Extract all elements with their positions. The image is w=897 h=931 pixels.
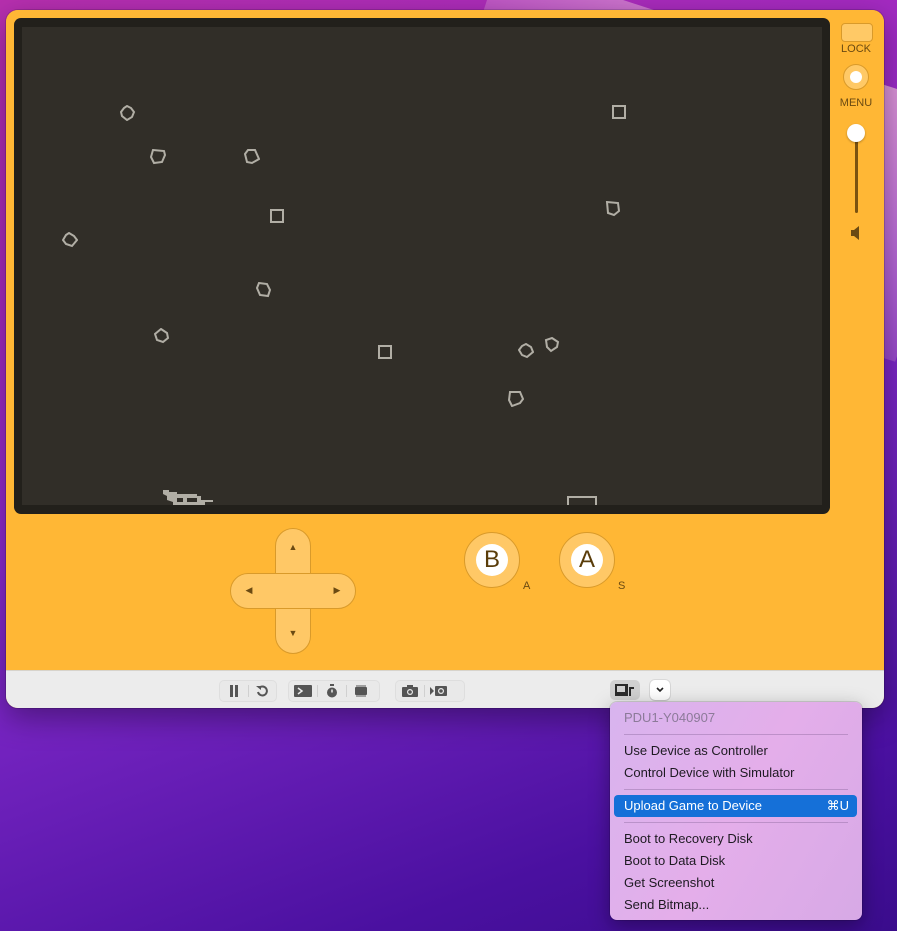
menu-item-boot-to-recovery-disk[interactable]: Boot to Recovery Disk [614,828,857,850]
menu-item-control-device-with-simulator[interactable]: Control Device with Simulator [614,762,857,784]
menu-item-label: Get Screenshot [624,875,715,890]
menu-item-shortcut: ⌘U [826,798,849,813]
device-menu-button[interactable] [650,680,670,700]
asteroid-sprite [544,337,560,353]
pause-icon [229,685,238,697]
asteroid-sprite [256,282,272,298]
menu-item-get-screenshot[interactable]: Get Screenshot [614,872,857,894]
menu-item-upload-game-to-device[interactable]: Upload Game to Device ⌘U [614,795,857,817]
device-info-button[interactable] [347,681,375,701]
b-button-key-hint: A [523,580,531,592]
console-button[interactable] [289,681,317,701]
screenshot-icon [402,685,418,697]
menu-item-label: Boot to Data Disk [624,853,726,868]
asteroid-sprite [508,391,524,407]
square-sprite [378,345,392,359]
menu-separator [624,734,848,735]
menu-button[interactable] [843,64,869,90]
device-dropdown-menu: PDU1-Y040907 Use Device as Controller Co… [610,702,862,920]
device-body: LOCK MENU ▲ ▼ ◀ ▶ B A A S [6,10,884,670]
menu-separator [624,822,848,823]
a-button-label: A [571,544,603,576]
stopwatch-icon [327,684,337,698]
asteroid-sprite [605,201,621,217]
menu-separator [624,789,848,790]
player-ship-sprite [163,490,213,505]
volume-slider-track[interactable] [855,135,858,213]
dpad-left-button[interactable]: ◀ [242,585,256,595]
a-button-key-hint: S [618,580,626,592]
screenshot-button[interactable] [396,681,424,701]
game-screen[interactable] [22,27,822,505]
chevron-down-icon [656,687,664,693]
dpad-down-button[interactable]: ▼ [286,628,300,638]
lock-button[interactable] [841,23,873,42]
device-icon [615,684,634,696]
menu-item-label: Control Device with Simulator [624,765,795,780]
menu-item-label: Upload Game to Device [624,798,763,813]
pause-button[interactable] [220,681,248,701]
menu-item-label: Send Bitmap... [624,897,710,912]
b-button[interactable]: B [464,532,520,588]
debug-group [288,680,380,702]
dpad-up-button[interactable]: ▲ [286,542,300,552]
asteroid-sprite [154,328,170,344]
volume-slider-knob[interactable] [847,124,865,142]
screen-bezel [14,18,830,514]
dpad[interactable]: ▲ ▼ ◀ ▶ [230,528,356,654]
device-serial-header: PDU1-Y040907 [624,710,716,725]
menu-item-label: Boot to Recovery Disk [624,831,753,846]
square-sprite [612,105,626,119]
asteroid-sprite [120,105,136,121]
record-button[interactable] [425,681,453,701]
menu-label: MENU [839,97,873,109]
speaker-icon [851,226,859,240]
record-icon [430,686,447,696]
asteroid-sprite [244,149,260,165]
capture-group [395,680,465,702]
square-sprite [270,209,284,223]
menu-item-use-device-as-controller[interactable]: Use Device as Controller [614,740,857,762]
asteroid-sprite [150,149,166,165]
menu-item-boot-to-data-disk[interactable]: Boot to Data Disk [614,850,857,872]
dpad-right-button[interactable]: ▶ [330,585,344,595]
restart-icon [256,685,269,697]
dpad-center [276,574,310,608]
restart-button[interactable] [249,681,277,701]
playback-group [219,680,277,702]
device-button[interactable] [610,680,640,700]
chip-icon [355,685,367,697]
square-sprite-partial [567,496,597,505]
stopwatch-button[interactable] [318,681,346,701]
b-button-label: B [476,544,508,576]
console-icon [294,685,312,697]
lock-label: LOCK [841,43,871,55]
a-button[interactable]: A [559,532,615,588]
menu-item-label: Use Device as Controller [624,743,768,758]
menu-item-send-bitmap[interactable]: Send Bitmap... [614,894,857,916]
asteroid-sprite [62,232,78,248]
asteroid-sprite [518,343,534,359]
simulator-window: LOCK MENU ▲ ▼ ◀ ▶ B A A S [6,10,884,708]
